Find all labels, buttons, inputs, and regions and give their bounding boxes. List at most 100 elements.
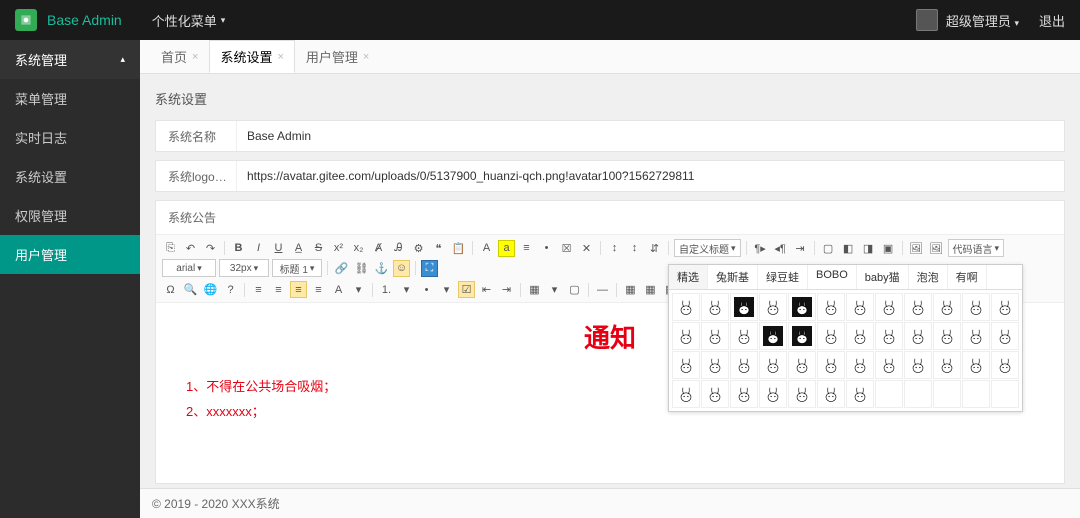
emotion-item[interactable] <box>730 293 758 321</box>
image-none-icon[interactable]: ▢ <box>820 240 837 257</box>
emotion-item[interactable] <box>991 380 1019 408</box>
simpleupload-icon[interactable]: 🖼 <box>908 240 925 257</box>
content-tab[interactable]: 用户管理× <box>295 40 380 73</box>
redo-icon[interactable]: ↷ <box>202 240 219 257</box>
table-icon[interactable]: ▦ <box>526 281 543 298</box>
undo-icon[interactable]: ↶ <box>182 240 199 257</box>
close-icon[interactable]: × <box>363 51 369 63</box>
selectall-icon[interactable]: ☒ <box>558 240 575 257</box>
ul-drop-icon[interactable]: ▾ <box>438 281 455 298</box>
emotion-item[interactable] <box>904 351 932 379</box>
link-icon[interactable]: 🔗 <box>333 260 350 277</box>
emotion-item[interactable] <box>933 293 961 321</box>
emotion-item[interactable] <box>788 322 816 350</box>
subscript-icon[interactable]: x₂ <box>350 240 367 257</box>
emotion-item[interactable] <box>846 380 874 408</box>
emotion-icon[interactable]: ☺ <box>393 260 410 277</box>
border-icon[interactable]: ▢ <box>566 281 583 298</box>
sidebar-item[interactable]: 系统设置 <box>0 157 140 196</box>
emotion-item[interactable] <box>701 351 729 379</box>
custom-title-select[interactable]: 自定义标题▾ <box>674 239 741 257</box>
font-size-select[interactable]: 32px▾ <box>219 259 269 277</box>
emotion-tab[interactable]: 泡泡 <box>909 265 948 289</box>
help-icon[interactable]: ? <box>222 281 239 298</box>
autotypeset-icon[interactable]: ⚙ <box>410 240 427 257</box>
emotion-item[interactable] <box>730 380 758 408</box>
blockquote-icon[interactable]: ❝ <box>430 240 447 257</box>
directionalityltr-icon[interactable]: ¶▸ <box>752 240 769 257</box>
todo-icon[interactable]: ☑ <box>458 281 475 298</box>
content-tab[interactable]: 系统设置× <box>209 40 294 73</box>
underline-icon[interactable]: U <box>270 240 287 257</box>
ol-drop-icon[interactable]: ▾ <box>398 281 415 298</box>
emotion-item[interactable] <box>991 322 1019 350</box>
code-lang-select[interactable]: 代码语言▾ <box>948 239 1005 257</box>
cell-icon[interactable]: ▦ <box>622 281 639 298</box>
emotion-item[interactable] <box>962 293 990 321</box>
clear-icon[interactable]: ✕ <box>578 240 595 257</box>
image-center-icon[interactable]: ▣ <box>880 240 897 257</box>
emotion-item[interactable] <box>759 380 787 408</box>
emotion-item[interactable] <box>846 322 874 350</box>
system-name-input[interactable]: Base Admin <box>236 121 1064 151</box>
strikethrough-icon[interactable]: S <box>310 240 327 257</box>
emotion-tab[interactable]: 有啊 <box>948 265 987 289</box>
indent-icon[interactable]: ⇥ <box>792 240 809 257</box>
source-icon[interactable]: ⎘ <box>162 240 179 257</box>
backcolor-icon[interactable]: a <box>498 240 515 257</box>
emotion-item[interactable] <box>672 322 700 350</box>
emotion-tab[interactable]: 绿豆蛙 <box>758 265 808 289</box>
insertimage-icon[interactable]: 🖼 <box>928 240 945 257</box>
insertunorderedlist-icon[interactable]: • <box>538 240 555 257</box>
emotion-item[interactable] <box>672 380 700 408</box>
close-icon[interactable]: × <box>277 51 283 63</box>
system-logo-input[interactable]: https://avatar.gitee.com/uploads/0/51379… <box>236 161 1064 191</box>
rowspacingtop-icon[interactable]: ↕ <box>606 240 623 257</box>
pasteplain-icon[interactable]: 📋 <box>450 240 467 257</box>
emotion-item[interactable] <box>672 351 700 379</box>
emotion-item[interactable] <box>991 351 1019 379</box>
emotion-tab[interactable]: 精选 <box>669 265 708 289</box>
sidebar-item[interactable]: 权限管理 <box>0 196 140 235</box>
emotion-item[interactable] <box>759 351 787 379</box>
logout-button[interactable]: 退出 <box>1039 11 1065 30</box>
sidebar-group-header[interactable]: 系统管理 ▴ <box>0 40 140 79</box>
ul-icon[interactable]: • <box>418 281 435 298</box>
content-tab[interactable]: 首页× <box>150 40 209 73</box>
close-icon[interactable]: × <box>192 51 198 63</box>
emotion-item[interactable] <box>962 351 990 379</box>
emotion-item[interactable] <box>846 293 874 321</box>
indent2-icon[interactable]: ⇥ <box>498 281 515 298</box>
custom-menu-dropdown[interactable]: 个性化菜单 ▾ <box>152 11 226 30</box>
removeformat-icon[interactable]: Ⱥ <box>370 240 387 257</box>
emotion-tab[interactable]: 兔斯基 <box>708 265 758 289</box>
justify-full-icon[interactable]: ≡ <box>310 281 327 298</box>
directionalityrtl-icon[interactable]: ◂¶ <box>772 240 789 257</box>
image-right-icon[interactable]: ◨ <box>860 240 877 257</box>
emotion-item[interactable] <box>962 380 990 408</box>
font-icon[interactable]: A <box>330 281 347 298</box>
emotion-item[interactable] <box>846 351 874 379</box>
emotion-item[interactable] <box>788 293 816 321</box>
searchreplace-icon[interactable]: 🔍 <box>182 281 199 298</box>
italic-icon[interactable]: I <box>250 240 267 257</box>
cell-merge-icon[interactable]: ▦ <box>642 281 659 298</box>
user-dropdown[interactable]: 超级管理员 ▾ <box>946 11 1019 30</box>
forecolor-icon[interactable]: A <box>478 240 495 257</box>
outdent2-icon[interactable]: ⇤ <box>478 281 495 298</box>
emotion-tab[interactable]: baby猫 <box>857 265 909 289</box>
emotion-item[interactable] <box>904 380 932 408</box>
sidebar-item[interactable]: 菜单管理 <box>0 79 140 118</box>
bold-icon[interactable]: B <box>230 240 247 257</box>
emotion-item[interactable] <box>788 380 816 408</box>
justify-left-icon[interactable]: ≡ <box>250 281 267 298</box>
hr-icon[interactable]: — <box>594 281 611 298</box>
emotion-item[interactable] <box>701 322 729 350</box>
emotion-item[interactable] <box>817 380 845 408</box>
emotion-item[interactable] <box>759 322 787 350</box>
emotion-item[interactable] <box>672 293 700 321</box>
justify-right-icon[interactable]: ≡ <box>290 281 307 298</box>
font-family-select[interactable]: arial▾ <box>162 259 216 277</box>
unlink-icon[interactable]: ⛓ <box>353 260 370 277</box>
emotion-item[interactable] <box>788 351 816 379</box>
